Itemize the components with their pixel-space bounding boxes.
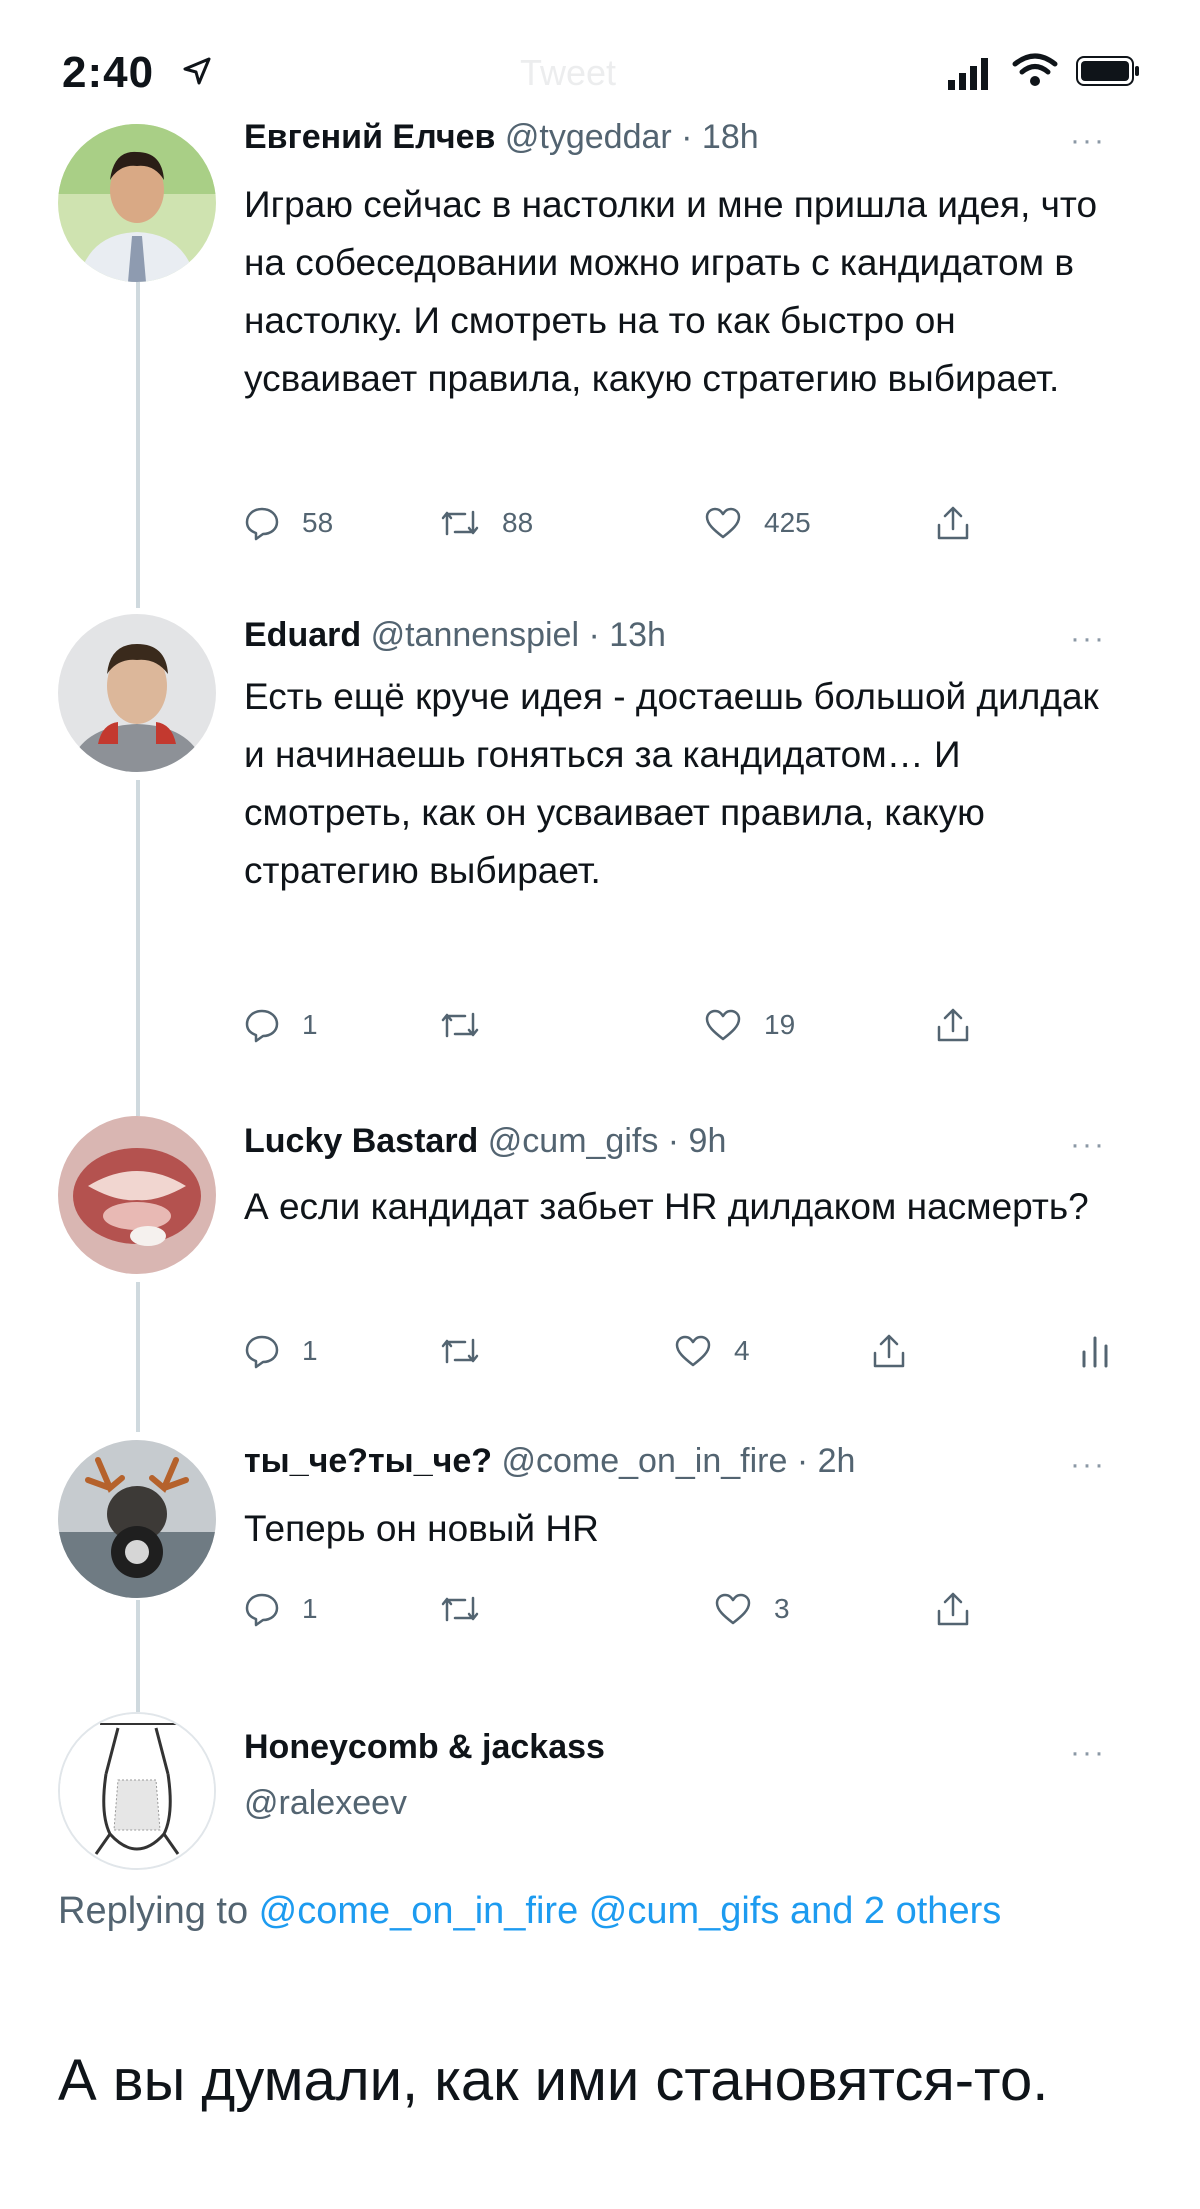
tweet-header: Lucky Bastard @cum_gifs · 9h (244, 1122, 726, 1161)
avatar[interactable] (58, 1440, 216, 1598)
tweet-text: А если кандидат забьет HR дилдаком насме… (244, 1186, 1089, 1227)
reply-icon (244, 1591, 280, 1627)
heart-icon (714, 1592, 752, 1626)
share-button[interactable] (936, 1584, 970, 1634)
display-name[interactable]: Honeycomb & jackass (244, 1728, 605, 1766)
more-options-icon[interactable]: ··· (1070, 124, 1106, 158)
share-icon (936, 1591, 970, 1627)
main-tweet-name: Honeycomb & jackass (244, 1728, 605, 1767)
retweet-count: 88 (502, 507, 534, 538)
display-name[interactable]: Евгений Елчев (244, 118, 495, 156)
retweet-button[interactable] (440, 1326, 502, 1376)
share-icon (872, 1333, 906, 1369)
share-button[interactable] (872, 1326, 906, 1376)
cellular-signal-icon (948, 58, 992, 95)
like-count: 3 (774, 1593, 790, 1624)
thread-line (136, 780, 140, 1116)
handle-time[interactable]: @tygeddar · 18h (505, 118, 759, 156)
retweet-icon (440, 1592, 480, 1626)
battery-icon (1076, 56, 1140, 91)
retweet-icon (440, 1008, 480, 1042)
handle-time[interactable]: @cum_gifs · 9h (488, 1122, 727, 1160)
like-button[interactable]: 19 (704, 1000, 795, 1050)
status-bar: 2:40 Tweet (0, 0, 1200, 120)
like-count: 425 (764, 507, 811, 538)
heart-icon (704, 1008, 742, 1042)
reply-count: 1 (302, 1593, 318, 1624)
reply-count: 1 (302, 1009, 318, 1040)
handle[interactable]: @ralexeev (244, 1784, 407, 1822)
thread-line (136, 1282, 140, 1432)
reply-button[interactable]: 1 (244, 1326, 318, 1376)
retweet-button[interactable] (440, 1000, 502, 1050)
display-name[interactable]: ты_че?ты_че? (244, 1442, 492, 1480)
tweet-actions: 1 19 (244, 1000, 1144, 1050)
tweet-header: Евгений Елчев @tygeddar · 18h (244, 118, 759, 157)
more-options-icon[interactable]: ··· (1070, 1448, 1106, 1482)
share-button[interactable] (936, 1000, 970, 1050)
analytics-icon (1080, 1334, 1110, 1368)
more-options-icon[interactable]: ··· (1070, 1736, 1106, 1770)
replying-to: Replying to @come_on_in_fire @cum_gifs a… (58, 1880, 1118, 1942)
avatar[interactable] (58, 1712, 216, 1870)
retweet-icon (440, 1334, 480, 1368)
main-tweet-handle: @ralexeev (244, 1784, 407, 1823)
like-button[interactable]: 3 (714, 1584, 790, 1634)
tweet-text: Есть ещё круче идея - достаешь большой д… (244, 676, 1099, 891)
analytics-button[interactable] (1080, 1326, 1110, 1376)
replying-prefix: Replying to (58, 1890, 259, 1932)
heart-icon (674, 1334, 712, 1368)
clock: 2:40 (62, 48, 155, 97)
main-tweet-text: А вы думали, как ими становятся-то. (58, 2048, 1049, 2113)
thread-line (136, 282, 140, 608)
tweet-actions: 1 4 (244, 1326, 1144, 1376)
like-count: 4 (734, 1335, 750, 1366)
share-icon (936, 505, 970, 541)
retweet-icon (440, 506, 480, 540)
mention-link[interactable]: @cum_gifs (589, 1890, 780, 1932)
handle-time[interactable]: @come_on_in_fire · 2h (501, 1442, 855, 1480)
avatar[interactable] (58, 614, 216, 772)
reply-icon (244, 1007, 280, 1043)
share-button[interactable] (936, 498, 970, 548)
retweet-button[interactable]: 88 (440, 498, 533, 548)
like-count: 19 (764, 1009, 796, 1040)
handle-time[interactable]: @tannenspiel · 13h (371, 616, 666, 654)
reply-count: 1 (302, 1335, 318, 1366)
tweet-text: Играю сейчас в настолки и мне пришла иде… (244, 184, 1098, 399)
display-name[interactable]: Eduard (244, 616, 361, 654)
location-arrow-icon (182, 56, 212, 91)
tweet-text: Теперь он новый HR (244, 1508, 599, 1549)
tweet-actions: 1 3 (244, 1584, 1144, 1634)
tweet-header: Eduard @tannenspiel · 13h (244, 616, 666, 655)
mention-link[interactable]: @come_on_in_fire (259, 1890, 579, 1932)
tweet-header: ты_че?ты_че? @come_on_in_fire · 2h (244, 1442, 855, 1481)
reply-button[interactable]: 58 (244, 498, 333, 548)
reply-icon (244, 505, 280, 541)
reply-button[interactable]: 1 (244, 1000, 318, 1050)
like-button[interactable]: 4 (674, 1326, 750, 1376)
faded-nav-title: Tweet (520, 52, 617, 93)
heart-icon (704, 506, 742, 540)
thread-line (136, 1600, 140, 1712)
wifi-icon (1012, 52, 1058, 93)
avatar[interactable] (58, 1116, 216, 1274)
reply-count: 58 (302, 507, 334, 538)
display-name[interactable]: Lucky Bastard (244, 1122, 478, 1160)
like-button[interactable]: 425 (704, 498, 811, 548)
more-options-icon[interactable]: ··· (1070, 622, 1106, 656)
reply-icon (244, 1333, 280, 1369)
tweet-actions: 58 88 425 (244, 498, 1144, 548)
share-icon (936, 1007, 970, 1043)
reply-button[interactable]: 1 (244, 1584, 318, 1634)
avatar[interactable] (58, 124, 216, 282)
more-options-icon[interactable]: ··· (1070, 1128, 1106, 1162)
others-link[interactable]: and 2 others (790, 1890, 1001, 1932)
retweet-button[interactable] (440, 1584, 502, 1634)
